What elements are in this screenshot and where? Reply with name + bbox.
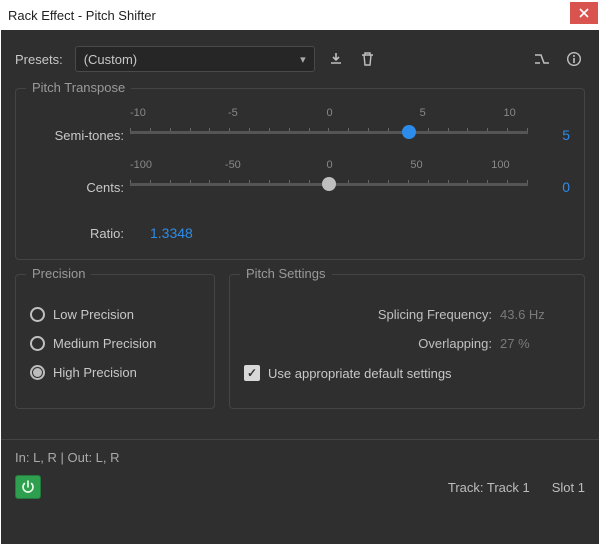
semitones-thumb[interactable] — [402, 125, 416, 139]
titlebar: Rack Effect - Pitch Shifter — [0, 0, 600, 30]
semitones-value[interactable]: 5 — [528, 127, 570, 143]
routing-icon — [534, 52, 550, 66]
overlap-label: Overlapping: — [244, 336, 500, 351]
cents-row: Cents: -100 -50 0 50 100 0 — [30, 173, 570, 201]
presets-label: Presets: — [15, 52, 63, 67]
checkbox-icon: ✓ — [244, 365, 260, 381]
precision-title: Precision — [26, 266, 91, 281]
io-text: In: L, R | Out: L, R — [15, 450, 585, 465]
tick: -100 — [130, 159, 152, 171]
divider — [1, 439, 599, 440]
semitones-ticks: -10 -5 0 5 10 — [130, 107, 528, 119]
info-button[interactable] — [563, 48, 585, 70]
precision-group: Precision Low Precision Medium Precision… — [15, 274, 215, 409]
pitch-settings-group: Pitch Settings Splicing Frequency: 43.6 … — [229, 274, 585, 409]
radio-label: Medium Precision — [53, 336, 156, 351]
close-icon — [579, 8, 589, 18]
tick: -50 — [225, 159, 241, 171]
ratio-row: Ratio: 1.3348 — [30, 225, 570, 241]
cents-value[interactable]: 0 — [528, 179, 570, 195]
save-preset-button[interactable] — [325, 48, 347, 70]
preset-dropdown[interactable]: (Custom) ▾ — [75, 46, 315, 72]
tick: -5 — [228, 107, 238, 119]
tick: -10 — [130, 107, 146, 119]
download-icon — [328, 51, 344, 67]
pitch-settings-title: Pitch Settings — [240, 266, 332, 281]
splicing-row: Splicing Frequency: 43.6 Hz — [244, 307, 570, 322]
pitch-transpose-title: Pitch Transpose — [26, 80, 131, 95]
power-button[interactable] — [15, 475, 41, 499]
trash-icon — [360, 51, 375, 67]
chevron-down-icon: ▾ — [300, 53, 306, 66]
overlap-row: Overlapping: 27 % — [244, 336, 570, 351]
ratio-label: Ratio: — [30, 226, 130, 241]
splicing-label: Splicing Frequency: — [244, 307, 500, 322]
cents-ticks: -100 -50 0 50 100 — [130, 159, 528, 171]
radio-medium-precision[interactable]: Medium Precision — [30, 336, 200, 351]
overlap-value[interactable]: 27 % — [500, 336, 570, 351]
cents-thumb[interactable] — [322, 177, 336, 191]
semitones-label: Semi-tones: — [30, 128, 130, 143]
tick: 100 — [491, 159, 509, 171]
info-icon — [566, 51, 582, 67]
preset-selected: (Custom) — [84, 52, 137, 67]
cents-slider[interactable]: -100 -50 0 50 100 — [130, 173, 528, 201]
radio-high-precision[interactable]: High Precision — [30, 365, 200, 380]
radio-label: High Precision — [53, 365, 137, 380]
window-title: Rack Effect - Pitch Shifter — [8, 8, 156, 23]
track-label: Track: Track 1 — [448, 480, 530, 495]
tick: 0 — [327, 159, 333, 171]
tick: 0 — [327, 107, 333, 119]
routing-button[interactable] — [531, 48, 553, 70]
presets-row: Presets: (Custom) ▾ — [15, 46, 585, 72]
delete-preset-button[interactable] — [357, 48, 379, 70]
semitones-slider[interactable]: -10 -5 0 5 10 — [130, 121, 528, 149]
close-button[interactable] — [570, 2, 598, 24]
defaults-checkbox-row[interactable]: ✓ Use appropriate default settings — [244, 365, 570, 381]
pitch-transpose-group: Pitch Transpose Semi-tones: -10 -5 0 5 1… — [15, 88, 585, 260]
cents-label: Cents: — [30, 180, 130, 195]
semitones-row: Semi-tones: -10 -5 0 5 10 5 — [30, 121, 570, 149]
radio-low-precision[interactable]: Low Precision — [30, 307, 200, 322]
slot-label: Slot 1 — [552, 480, 585, 495]
defaults-label: Use appropriate default settings — [268, 366, 452, 381]
splicing-value[interactable]: 43.6 Hz — [500, 307, 570, 322]
power-icon — [21, 480, 35, 494]
ratio-value[interactable]: 1.3348 — [130, 225, 193, 241]
tick: 10 — [504, 107, 516, 119]
tick: 5 — [420, 107, 426, 119]
tick: 50 — [410, 159, 422, 171]
radio-label: Low Precision — [53, 307, 134, 322]
